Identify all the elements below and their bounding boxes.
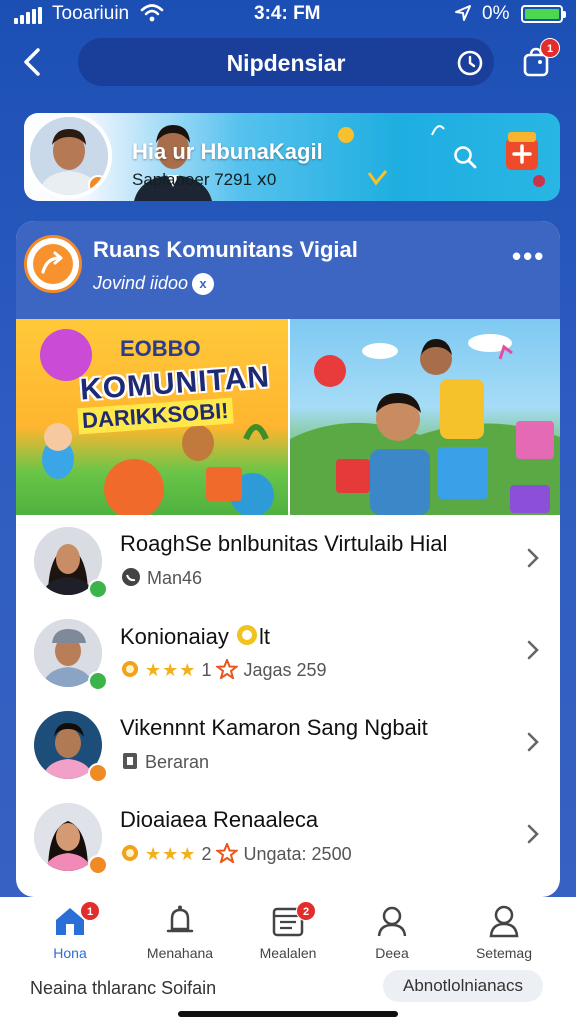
away-status-dot [88, 855, 108, 875]
back-button[interactable] [18, 44, 48, 80]
online-status-dot [88, 671, 108, 691]
banner-title: Hia ur HbunaKagil [132, 139, 323, 164]
refresh-arrow-icon [41, 251, 63, 274]
chevron-right-icon [527, 548, 539, 568]
promo-image-left[interactable]: EOBBO KOMUNITAN DARIKKSOBI! [16, 319, 288, 515]
user-settings-icon [489, 905, 519, 938]
tab-label: Deea [375, 945, 409, 961]
bottom-tab-bar: 1 Hona Menahana 2 Mealalen Deea Setemag [0, 897, 576, 1024]
tab-label: Menahana [146, 945, 214, 961]
tab-home[interactable]: 1 Hona [22, 901, 118, 965]
user-avatar[interactable] [26, 113, 112, 199]
tab-settings[interactable]: Setemag [456, 903, 552, 965]
page-title: Nipdensiar [226, 50, 346, 76]
list-item[interactable]: Konionaiay lt ★★★ 1 Jagas 259 [16, 607, 560, 699]
item-title: Vikennnt Kamaron Sang Ngbait [120, 715, 428, 740]
tab-label: Hona [53, 945, 87, 961]
carrier-name: Tooariuin [52, 3, 130, 24]
battery-icon [521, 5, 566, 23]
promo-tag: EOBBO [120, 336, 201, 361]
item-title: RoaghSe bnlbunitas Virtulaib Hial [120, 531, 448, 556]
search-icon[interactable] [452, 144, 478, 170]
clock: 3:4: FM [254, 3, 321, 24]
kids-photo [290, 334, 560, 515]
footer-pill-button[interactable]: Abnotlolnianacs [383, 970, 543, 1002]
rating-value: 1 [201, 660, 212, 680]
star-outline-icon [215, 841, 240, 865]
tab-calendar[interactable]: 2 Mealalen [240, 901, 336, 965]
tab-label: Setemag [475, 945, 533, 961]
medal-icon [122, 845, 138, 861]
more-options-button[interactable]: ••• [512, 243, 546, 271]
status-indicator [88, 175, 108, 195]
rating-value: 2 [201, 844, 212, 864]
rating-stars: ★★★ [145, 660, 197, 680]
signal-icon [14, 7, 42, 24]
online-status-dot [88, 579, 108, 599]
chevron-right-icon [527, 732, 539, 752]
list-item[interactable]: RoaghSe bnlbunitas Virtulaib Hial Man46 [16, 515, 560, 607]
battery-percent: 0% [482, 3, 510, 24]
location-arrow-icon [455, 5, 471, 21]
title-bar: Nipdensiar [78, 38, 494, 86]
medal-icon [122, 661, 138, 677]
tab-label: Mealalen [259, 945, 317, 961]
banner-subtitle: Saplanoer 7291 ⅹ0 [132, 170, 277, 189]
tab-badge: 1 [80, 901, 100, 921]
item-meta: Beraran [120, 751, 209, 773]
item-meta: ★★★ 2 Ungata: 2500 [120, 841, 352, 865]
battery-level-fill [525, 9, 559, 19]
group-title: Ruans Komunitans Vigial [93, 237, 358, 262]
gift-icon[interactable] [500, 126, 544, 174]
list-item[interactable]: Dioaiaea Renaaleca ★★★ 2 Ungata: 2500 [16, 791, 560, 883]
item-meta: ★★★ 1 Jagas 259 [120, 657, 327, 681]
close-icon[interactable]: x [192, 273, 214, 295]
item-title: Dioaiaea Renaaleca [120, 807, 319, 832]
away-status-dot [88, 763, 108, 783]
chevron-right-icon [527, 640, 539, 660]
search-icon[interactable] [455, 48, 485, 78]
item-title: Konionaiay lt [120, 624, 270, 649]
profile-icon [377, 906, 407, 937]
tab-badge: 2 [296, 901, 316, 921]
group-subtitle: Jovind iidoo [93, 273, 189, 293]
list-item[interactable]: Vikennnt Kamaron Sang Ngbait Beraran [16, 699, 560, 791]
tab-profile[interactable]: Deea [344, 903, 440, 965]
bookmark-icon [123, 753, 137, 769]
phone-icon [122, 568, 140, 586]
item-meta-text: Jagas 259 [243, 660, 327, 680]
promo-image-right[interactable] [290, 319, 560, 515]
footer-text[interactable]: Neaina thlaranc Soifain [30, 978, 216, 999]
rating-stars: ★★★ [145, 844, 197, 864]
smiley-icon [237, 625, 257, 645]
item-meta-text: Man46 [147, 568, 203, 588]
bell-icon [166, 905, 194, 933]
item-meta: Man46 [120, 567, 202, 589]
item-title-text: Konionaiay [120, 624, 229, 649]
star-outline-icon [215, 657, 240, 681]
item-meta-text: Ungata: 2500 [243, 844, 352, 864]
tab-notifications[interactable]: Menahana [132, 903, 228, 965]
bag-button[interactable]: 1 [520, 38, 560, 78]
wifi-icon [140, 4, 164, 22]
status-bar: Tooariuin 3:4: FM 0% [0, 0, 576, 30]
home-indicator[interactable] [178, 1011, 398, 1017]
card-header: Ruans Komunitans Vigial Jovind iidoo x •… [16, 221, 560, 319]
chevron-right-icon [527, 824, 539, 844]
notification-badge: 1 [540, 38, 560, 58]
item-meta-text: Beraran [145, 752, 210, 772]
community-card: Ruans Komunitans Vigial Jovind iidoo x •… [16, 221, 560, 897]
group-logo [24, 235, 82, 293]
